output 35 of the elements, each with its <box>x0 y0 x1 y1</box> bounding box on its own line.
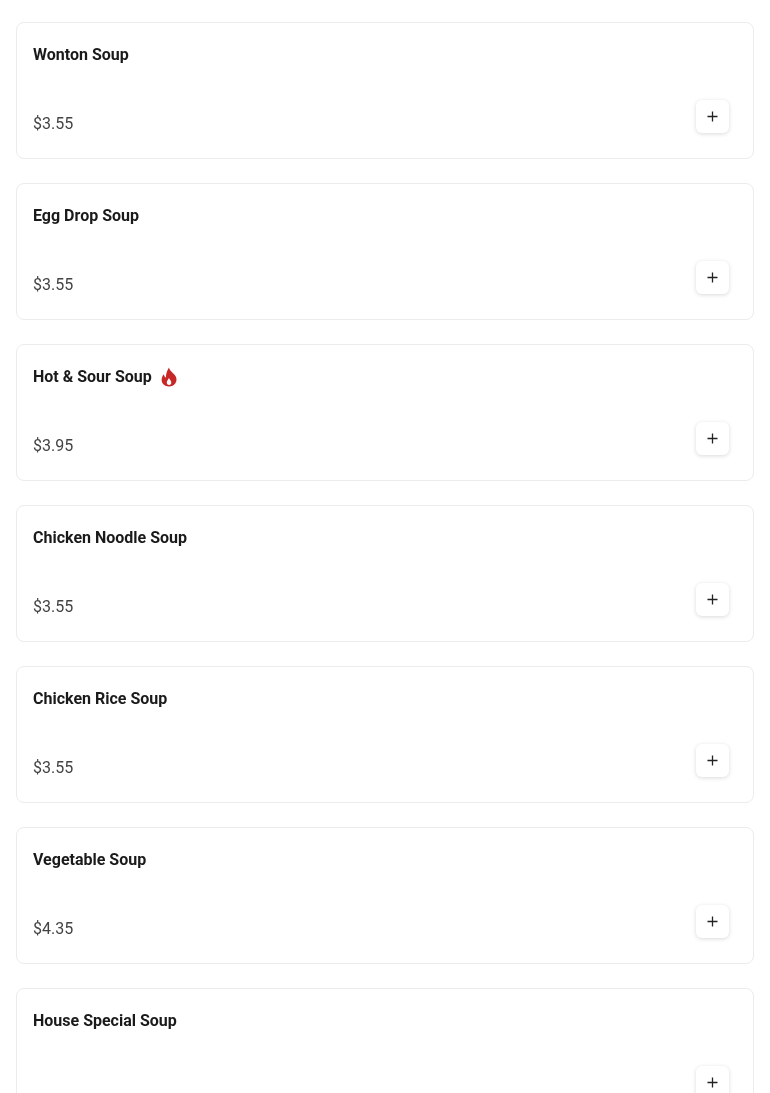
item-price: $4.35 <box>33 918 74 940</box>
item-name: House Special Soup <box>33 1010 177 1032</box>
item-name: Wonton Soup <box>33 44 129 66</box>
add-button[interactable] <box>696 422 729 455</box>
add-button[interactable] <box>696 1066 729 1093</box>
add-button[interactable] <box>696 261 729 294</box>
menu-item-card[interactable]: Vegetable Soup $4.35 <box>16 827 754 964</box>
menu-item-card[interactable]: Hot & Sour Soup $3.95 <box>16 344 754 481</box>
item-price: $3.55 <box>33 596 74 618</box>
item-price: $3.95 <box>33 435 74 457</box>
menu-item-card[interactable]: Chicken Noodle Soup $3.55 <box>16 505 754 642</box>
plus-icon <box>707 916 718 927</box>
add-button[interactable] <box>696 905 729 938</box>
plus-icon <box>707 272 718 283</box>
add-button[interactable] <box>696 100 729 133</box>
item-name: Hot & Sour Soup <box>33 366 152 388</box>
item-name: Egg Drop Soup <box>33 205 139 227</box>
item-name: Chicken Noodle Soup <box>33 527 188 549</box>
item-name: Vegetable Soup <box>33 849 147 871</box>
plus-icon <box>707 111 718 122</box>
item-price: $3.55 <box>33 113 74 135</box>
plus-icon <box>707 1077 718 1088</box>
plus-icon <box>707 433 718 444</box>
menu-item-card[interactable]: Chicken Rice Soup $3.55 <box>16 666 754 803</box>
menu-item-card[interactable]: House Special Soup <box>16 988 754 1093</box>
item-name: Chicken Rice Soup <box>33 688 168 710</box>
item-price: $3.55 <box>33 274 74 296</box>
plus-icon <box>707 755 718 766</box>
menu-item-card[interactable]: Egg Drop Soup $3.55 <box>16 183 754 320</box>
menu-item-card[interactable]: Wonton Soup $3.55 <box>16 22 754 159</box>
item-price: $3.55 <box>33 757 74 779</box>
flame-icon <box>159 367 178 387</box>
add-button[interactable] <box>696 583 729 616</box>
add-button[interactable] <box>696 744 729 777</box>
plus-icon <box>707 594 718 605</box>
